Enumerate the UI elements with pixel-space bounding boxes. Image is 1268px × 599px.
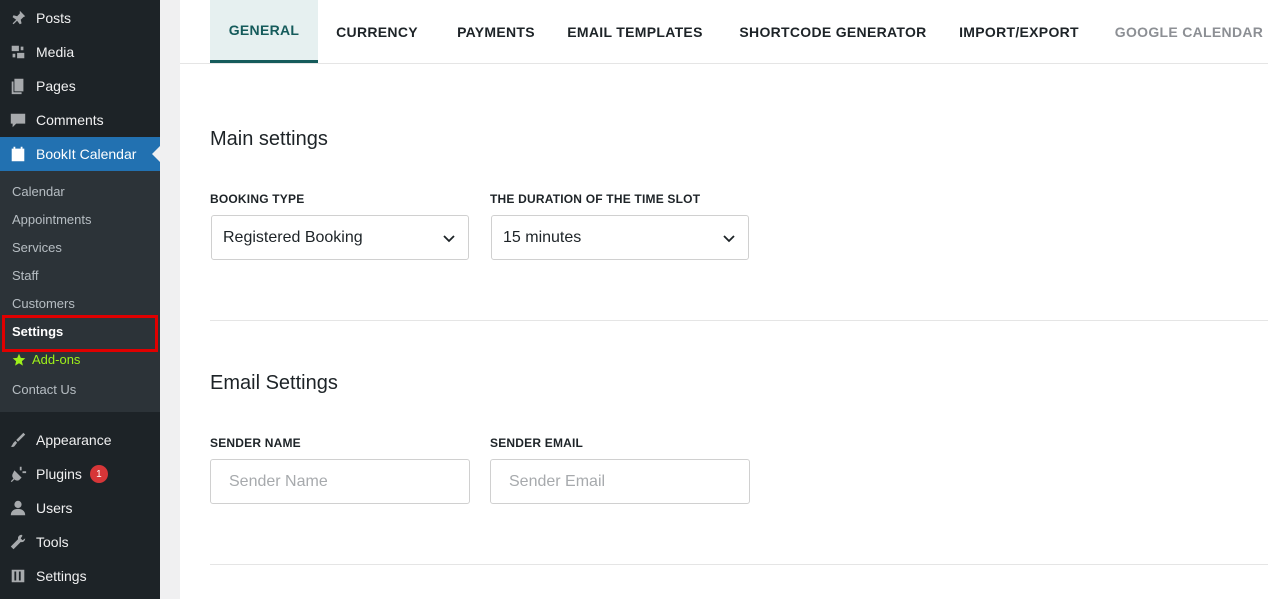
submenu-item-customers[interactable]: Customers: [12, 294, 75, 314]
menu-label: Plugins: [36, 466, 82, 482]
wrench-icon: [0, 533, 36, 551]
menu-label: Tools: [36, 534, 69, 550]
tab-payments[interactable]: PAYMENTS: [448, 0, 544, 63]
booking-type-select[interactable]: Registered Booking: [211, 215, 469, 260]
menu-item-tools[interactable]: Tools: [0, 525, 160, 559]
tab-google-calendar[interactable]: GOOGLE CALENDAR: [1114, 0, 1264, 63]
tab-currency[interactable]: CURRENCY: [328, 0, 426, 63]
menu-label: BookIt Calendar: [36, 146, 137, 162]
section-divider: [210, 564, 1268, 565]
menu-label: Users: [36, 500, 73, 516]
submenu-item-staff[interactable]: Staff: [12, 266, 39, 286]
menu-item-bookit-calendar[interactable]: BookIt Calendar: [0, 137, 160, 171]
sender-email-input[interactable]: [490, 459, 750, 504]
menu-label: Appearance: [36, 432, 112, 448]
sender-name-label: SENDER NAME: [210, 436, 301, 450]
menu-item-posts[interactable]: Posts: [0, 1, 160, 35]
settings-icon: [0, 567, 36, 585]
submenu-item-contact-us[interactable]: Contact Us: [12, 380, 76, 400]
calendar-icon: [0, 145, 36, 163]
email-settings-title: Email Settings: [210, 372, 338, 394]
duration-select[interactable]: 15 minutes: [491, 215, 749, 260]
brush-icon: [0, 431, 36, 449]
tab-shortcode-generator[interactable]: SHORTCODE GENERATOR: [736, 0, 930, 63]
user-icon: [0, 499, 36, 517]
menu-label: Settings: [36, 568, 87, 584]
pin-icon: [0, 9, 36, 27]
addons-label: Add-ons: [32, 352, 81, 367]
menu-item-appearance[interactable]: Appearance: [0, 423, 160, 457]
menu-label: Comments: [36, 112, 104, 128]
plugin-icon: [0, 465, 36, 483]
sender-email-label: SENDER EMAIL: [490, 436, 584, 450]
duration-value: 15 minutes: [503, 228, 582, 246]
admin-sidebar: Posts Media Pages Comments BookIt Calend…: [0, 0, 160, 599]
settings-highlight-box: [2, 315, 158, 352]
tab-general[interactable]: GENERAL: [210, 0, 318, 63]
media-icon: [0, 43, 36, 61]
menu-item-media[interactable]: Media: [0, 35, 160, 69]
submenu-item-appointments[interactable]: Appointments: [12, 210, 92, 230]
sender-name-input[interactable]: [210, 459, 470, 504]
menu-label: Posts: [36, 10, 72, 26]
submenu-item-calendar[interactable]: Calendar: [12, 182, 65, 202]
tab-email-templates[interactable]: EMAIL TEMPLATES: [566, 0, 704, 63]
tab-import-export[interactable]: IMPORT/EXPORT: [952, 0, 1086, 63]
menu-label: Pages: [36, 78, 76, 94]
menu-item-settings[interactable]: Settings: [0, 559, 160, 593]
star-icon: [12, 353, 26, 366]
section-divider: [210, 320, 1268, 321]
chevron-down-icon: [723, 234, 735, 242]
menu-item-plugins[interactable]: Plugins 1: [0, 457, 160, 491]
duration-label: THE DURATION OF THE TIME SLOT: [490, 192, 701, 206]
submenu-item-addons[interactable]: Add-ons: [12, 350, 80, 370]
main-settings-title: Main settings: [210, 128, 328, 150]
settings-panel: GENERAL CURRENCY PAYMENTS EMAIL TEMPLATE…: [180, 0, 1268, 599]
bookit-submenu: Calendar Appointments Services Staff Cus…: [0, 171, 160, 412]
submenu-item-services[interactable]: Services: [12, 238, 62, 258]
menu-item-pages[interactable]: Pages: [0, 69, 160, 103]
booking-type-value: Registered Booking: [223, 228, 363, 246]
plugin-update-badge: 1: [89, 465, 108, 483]
chevron-down-icon: [443, 234, 455, 242]
menu-item-users[interactable]: Users: [0, 491, 160, 525]
booking-type-label: BOOKING TYPE: [210, 192, 305, 206]
pages-icon: [0, 77, 36, 95]
comment-icon: [0, 111, 36, 129]
settings-tabs: GENERAL CURRENCY PAYMENTS EMAIL TEMPLATE…: [180, 0, 1268, 64]
menu-label: Media: [36, 44, 75, 60]
menu-item-comments[interactable]: Comments: [0, 103, 160, 137]
